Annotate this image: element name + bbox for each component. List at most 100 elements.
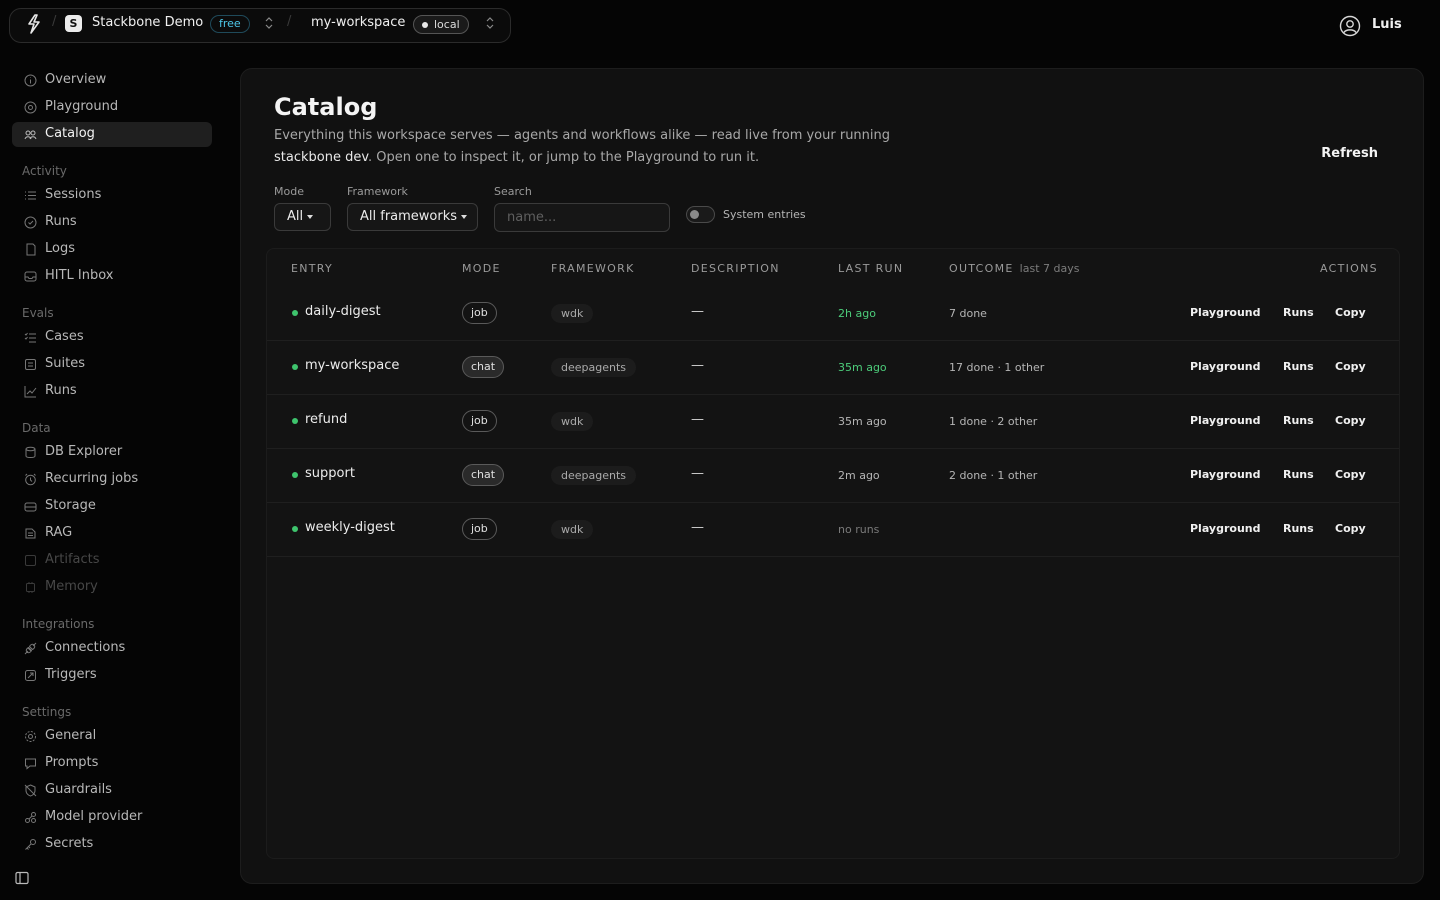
framework-badge: wdk — [551, 412, 594, 431]
sidebar-item-model-provider[interactable]: Model provider — [12, 805, 212, 830]
last-run: 35m ago — [838, 361, 887, 374]
copy-button[interactable]: Copy — [1335, 306, 1366, 319]
sidebar-item-catalog[interactable]: Catalog — [12, 122, 212, 147]
database-icon — [25, 446, 36, 458]
page-description: Everything this workspace serves — agent… — [274, 128, 891, 165]
last-run: 35m ago — [838, 415, 887, 428]
sidebar-item-label: Artifacts — [45, 552, 100, 567]
playground-icon — [24, 101, 37, 114]
storage-icon — [24, 502, 37, 512]
sidebar-item-triggers[interactable]: Triggers — [12, 663, 212, 688]
stackbone-logo-icon[interactable] — [25, 14, 43, 34]
sidebar-item-playground[interactable]: Playground — [12, 95, 212, 120]
sidebar-item-suites[interactable]: Suites — [12, 352, 212, 377]
mode-select[interactable]: All — [274, 203, 331, 231]
playground-button[interactable]: Playground — [1190, 522, 1260, 535]
breadcrumb-separator: / — [52, 14, 57, 29]
playground-button[interactable]: Playground — [1190, 306, 1260, 319]
user-name: Luis — [1372, 17, 1402, 32]
runs-button[interactable]: Runs — [1283, 468, 1314, 481]
sidebar-item-label: Prompts — [45, 755, 99, 770]
entry-description: — — [691, 520, 704, 535]
copy-button[interactable]: Copy — [1335, 468, 1366, 481]
org-name[interactable]: Stackbone Demo — [92, 15, 203, 30]
entry-name[interactable]: refund — [305, 412, 347, 427]
sidebar-item-general[interactable]: General — [12, 724, 212, 749]
sidebar-item-eval-runs[interactable]: Runs — [12, 379, 212, 404]
system-entries-toggle[interactable] — [686, 206, 715, 223]
table-row[interactable]: support chat deepagents — 2m ago 2 done · 1 o… — [267, 449, 1399, 503]
outcome-summary: 7 done — [949, 307, 987, 320]
env-badge: local — [413, 15, 469, 34]
framework-badge: wdk — [551, 304, 594, 323]
sidebar-item-prompts[interactable]: Prompts — [12, 751, 212, 776]
sidebar-item-label: Storage — [45, 498, 96, 513]
env-status-dot — [422, 22, 428, 28]
sidebar-item-connections[interactable]: Connections — [12, 636, 212, 661]
playground-button[interactable]: Playground — [1190, 414, 1260, 427]
inline-code: stackbone dev — [274, 150, 369, 165]
column-header-actions: ACTIONS — [1320, 262, 1378, 275]
sidebar-item-overview[interactable]: Overview — [12, 68, 212, 93]
section-heading-settings: Settings — [22, 705, 72, 719]
runs-button[interactable]: Runs — [1283, 522, 1314, 535]
sidebar-collapse-icon[interactable] — [15, 871, 29, 885]
alarm-icon — [25, 473, 36, 486]
playground-button[interactable]: Playground — [1190, 468, 1260, 481]
sidebar-item-storage[interactable]: Storage — [12, 494, 212, 519]
sidebar-item-logs[interactable]: Logs — [12, 237, 212, 262]
table-row[interactable]: weekly-digest job wdk — no runs Playground Run… — [267, 503, 1399, 557]
breadcrumb-separator: / — [287, 14, 292, 29]
section-heading-data: Data — [22, 421, 51, 435]
sidebar-item-secrets[interactable]: Secrets — [12, 832, 212, 857]
mode-badge: job — [462, 518, 497, 540]
entry-name[interactable]: daily-digest — [305, 304, 381, 319]
copy-button[interactable]: Copy — [1335, 360, 1366, 373]
framework-badge: wdk — [551, 520, 594, 539]
copy-button[interactable]: Copy — [1335, 414, 1366, 427]
entry-name[interactable]: my-workspace — [305, 358, 399, 373]
framework-select[interactable]: All frameworks — [347, 203, 478, 231]
sidebar-item-db-explorer[interactable]: DB Explorer — [12, 440, 212, 465]
table-row[interactable]: refund job wdk — 35m ago 1 done · 2 other Play… — [267, 395, 1399, 449]
entry-name[interactable]: support — [305, 466, 355, 481]
runs-button[interactable]: Runs — [1283, 414, 1314, 427]
copy-button[interactable]: Copy — [1335, 522, 1366, 535]
sidebar-item-cases[interactable]: Cases — [12, 325, 212, 350]
mode-badge: job — [462, 410, 497, 432]
sidebar-item-label: Suites — [45, 356, 85, 371]
search-input[interactable] — [494, 203, 670, 232]
last-run: 2h ago — [838, 307, 876, 320]
sidebar-item-guardrails[interactable]: Guardrails — [12, 778, 212, 803]
sidebar-item-label: DB Explorer — [45, 444, 123, 459]
workspace-switcher-chevron-icon[interactable] — [485, 16, 495, 30]
sidebar-item-label: Catalog — [45, 126, 95, 141]
sidebar-item-rag[interactable]: RAG — [12, 521, 212, 546]
runs-button[interactable]: Runs — [1283, 360, 1314, 373]
sidebar-item-label: Guardrails — [45, 782, 112, 797]
sidebar-item-recurring-jobs[interactable]: Recurring jobs — [12, 467, 212, 492]
org-switcher-chevron-icon[interactable] — [264, 16, 274, 30]
workspace-name[interactable]: my-workspace — [311, 15, 405, 30]
table-row[interactable]: daily-digest job wdk — 2h ago 7 done Playgroun… — [267, 287, 1399, 341]
mode-badge: chat — [462, 356, 505, 378]
list-icon — [25, 191, 36, 200]
entry-name[interactable]: weekly-digest — [305, 520, 395, 535]
status-dot — [292, 526, 298, 532]
sidebar-item-runs[interactable]: Runs — [12, 210, 212, 235]
last-run: 2m ago — [838, 469, 880, 482]
refresh-button[interactable]: Refresh — [1321, 146, 1378, 161]
column-header-description: DESCRIPTION — [691, 262, 780, 275]
sidebar-item-sessions[interactable]: Sessions — [12, 183, 212, 208]
sidebar-item-label: Sessions — [45, 187, 102, 202]
sidebar-item-label: Recurring jobs — [45, 471, 139, 486]
table-row[interactable]: my-workspace chat deepagents — 35m ago 17 don… — [267, 341, 1399, 395]
entry-description: — — [691, 304, 704, 319]
column-header-mode: MODE — [462, 262, 501, 275]
sidebar-item-memory: Memory — [12, 575, 212, 600]
entry-description: — — [691, 358, 704, 373]
user-menu[interactable]: Luis — [1339, 15, 1419, 37]
playground-button[interactable]: Playground — [1190, 360, 1260, 373]
runs-button[interactable]: Runs — [1283, 306, 1314, 319]
sidebar-item-hitl-inbox[interactable]: HITL Inbox — [12, 264, 212, 289]
